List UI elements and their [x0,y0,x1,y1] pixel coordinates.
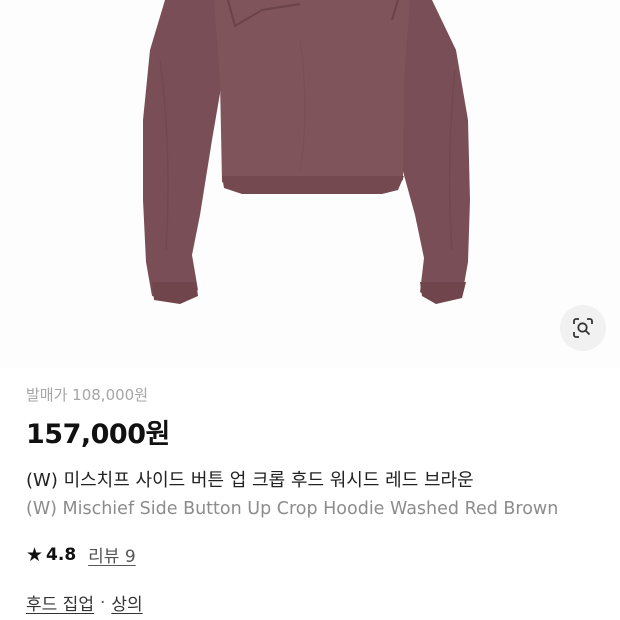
current-price: 157,000원 [26,419,170,450]
category-link-hood-zipup[interactable]: 후드 집업 [26,590,94,615]
review-link[interactable]: 리뷰 9 [88,542,136,567]
image-search-button[interactable] [560,305,606,351]
product-image[interactable] [0,0,620,368]
category-breadcrumb: 후드 집업 · 상의 [26,590,143,616]
lens-search-icon [573,318,593,338]
rating-row: ★ 4.8 리뷰 9 [26,542,136,568]
product-name-korean: (W) 미스치프 사이드 버튼 업 크롭 후드 워시드 레드 브라운 [26,470,474,491]
hoodie-illustration [143,0,470,304]
release-price: 발매가 108,000원 [26,386,148,404]
category-separator: · [99,592,106,613]
star-icon: ★ [26,543,44,566]
product-name-english: (W) Mischief Side Button Up Crop Hoodie … [26,499,559,519]
category-link-tops[interactable]: 상의 [111,590,142,615]
rating-value: 4.8 [46,544,77,565]
